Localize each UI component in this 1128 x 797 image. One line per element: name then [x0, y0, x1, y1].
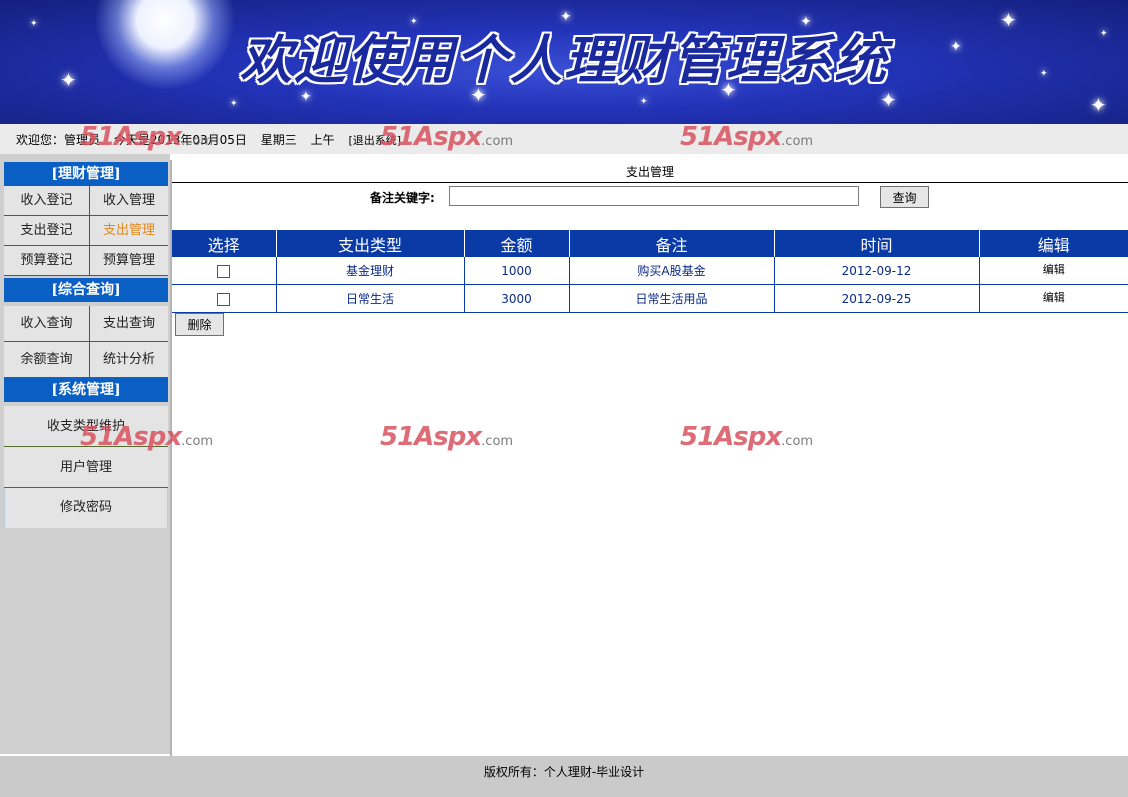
- nav-change-password[interactable]: 修改密码: [4, 488, 168, 528]
- type-cell: 基金理财: [275, 257, 464, 285]
- amount-cell: 3000: [463, 284, 569, 313]
- table-row: 基金理财 1000 购买A股基金 2012-09-12 编辑: [172, 257, 1128, 285]
- search-label: 备注关键字:: [370, 191, 435, 205]
- nav-income-manage[interactable]: 收入管理: [90, 186, 168, 216]
- nav-budget-manage[interactable]: 预算管理: [90, 246, 168, 276]
- edit-cell: 编辑: [978, 257, 1128, 285]
- table-header-row: 选择 支出类型 金额 备注 时间 编辑: [172, 230, 1128, 257]
- row-checkbox[interactable]: [217, 292, 231, 306]
- delete-button[interactable]: 删除: [175, 313, 224, 336]
- time-cell: 2012-09-12: [773, 257, 979, 285]
- column-header-select: 选择: [172, 230, 276, 257]
- star-decoration: ✦: [30, 19, 38, 29]
- footer: 版权所有：个人理财-毕业设计: [0, 756, 1128, 797]
- nav-statistics[interactable]: 统计分析: [90, 342, 168, 378]
- nav-income-register[interactable]: 收入登记: [4, 186, 90, 216]
- star-decoration: ✦: [640, 97, 648, 107]
- logout-link[interactable]: [退出系统]: [348, 134, 401, 147]
- star-decoration: ✦: [1090, 93, 1107, 117]
- nav-balance-query[interactable]: 余额查询: [4, 342, 90, 378]
- nav-user-manage[interactable]: 用户管理: [4, 447, 168, 488]
- column-header-note: 备注: [568, 230, 774, 257]
- column-header-type: 支出类型: [275, 230, 464, 257]
- page-title: 支出管理: [625, 165, 674, 179]
- star-decoration: ✦: [950, 39, 962, 55]
- star-decoration: ✦: [60, 68, 77, 92]
- nav-type-maintenance[interactable]: 收支类型维护: [4, 406, 168, 447]
- nav-expense-register[interactable]: 支出登记: [4, 216, 90, 246]
- column-header-time: 时间: [773, 230, 979, 257]
- type-cell: 日常生活: [275, 284, 464, 313]
- column-header-edit: 编辑: [978, 230, 1128, 257]
- nav-expense-manage[interactable]: 支出管理: [90, 216, 168, 246]
- edit-link[interactable]: 编辑: [1043, 291, 1065, 304]
- period-text: 上午: [310, 133, 335, 147]
- title-divider: [172, 182, 1128, 183]
- note-keyword-input[interactable]: [449, 186, 859, 206]
- welcome-text: 欢迎您：管理员: [16, 133, 101, 147]
- date-text: 今天是2013年03月05日: [113, 133, 247, 147]
- note-cell: 日常生活用品: [568, 284, 774, 313]
- nav-budget-register[interactable]: 预算登记: [4, 246, 90, 276]
- star-decoration: ✦: [1000, 8, 1017, 32]
- time-cell: 2012-09-25: [773, 284, 979, 313]
- user-info-bar: 欢迎您：管理员 今天是2013年03月05日 星期三 上午 [退出系统]: [0, 124, 1128, 154]
- section-header-system: [系统管理]: [4, 378, 168, 402]
- copyright-text: 版权所有：个人理财-毕业设计: [483, 765, 645, 779]
- nav-expense-query[interactable]: 支出查询: [90, 306, 168, 342]
- banner-title: 欢迎使用个人理财管理系统: [240, 31, 889, 91]
- amount-cell: 1000: [463, 257, 569, 285]
- main-content: 支出管理 备注关键字: 查询 选择 支出类型 金额 备注 时间 编辑 基金理财 …: [172, 160, 1128, 756]
- row-select-cell: [172, 284, 276, 313]
- weekday-text: 星期三: [260, 133, 297, 147]
- sidebar: [理财管理] 收入登记 收入管理 支出登记 支出管理 预算登记 预算管理 [综合…: [0, 154, 170, 754]
- table-row: 日常生活 3000 日常生活用品 2012-09-25 编辑: [172, 284, 1128, 313]
- row-select-cell: [172, 257, 276, 285]
- note-cell: 购买A股基金: [568, 257, 774, 285]
- section-header-finance: [理财管理]: [4, 162, 168, 186]
- search-button[interactable]: 查询: [880, 186, 929, 208]
- star-decoration: ✦: [1100, 29, 1108, 39]
- nav-income-query[interactable]: 收入查询: [4, 306, 90, 342]
- star-decoration: ✦: [880, 88, 897, 112]
- star-decoration: ✦: [230, 99, 238, 109]
- column-header-amount: 金额: [463, 230, 569, 257]
- edit-cell: 编辑: [978, 284, 1128, 313]
- expense-table: 选择 支出类型 金额 备注 时间 编辑 基金理财 1000 购买A股基金 201…: [172, 230, 1128, 313]
- edit-link[interactable]: 编辑: [1043, 263, 1065, 276]
- row-checkbox[interactable]: [217, 264, 231, 278]
- star-decoration: ✦: [1040, 69, 1048, 79]
- header-banner: ✦ ✦ ✦ ✦ ✦ ✦ ✦ ✦ ✦ ✦ ✦ ✦ ✦ ✦ ✦ ✦ 欢迎使用个人理财…: [0, 0, 1128, 124]
- section-header-query: [综合查询]: [4, 278, 168, 302]
